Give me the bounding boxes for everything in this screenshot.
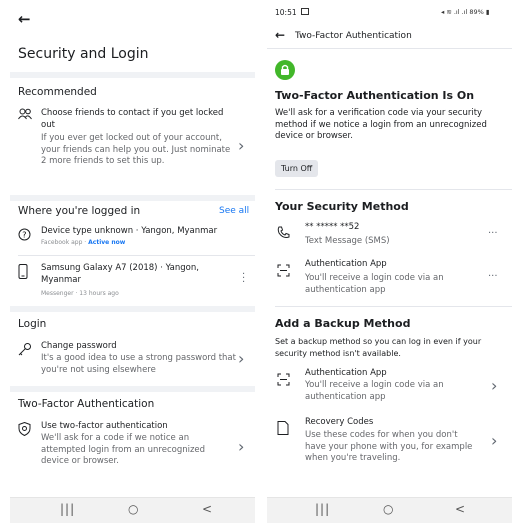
session-row[interactable]: Samsung Galaxy A7 (2018) · Yangon, Myanm… bbox=[10, 263, 255, 301]
document-icon bbox=[277, 420, 289, 439]
backup-method-desc: Set a backup method so you can log in ev… bbox=[275, 337, 482, 358]
phone-handset-icon bbox=[277, 224, 290, 243]
security-login-screen: ← Security and Login Recommended Choose … bbox=[10, 0, 255, 523]
back-arrow-icon[interactable]: ← bbox=[275, 28, 285, 42]
trusted-contacts-title: Choose friends to contact if you get loc… bbox=[41, 108, 224, 130]
shield-icon bbox=[18, 421, 31, 440]
home-button[interactable]: ○ bbox=[128, 502, 138, 516]
recovery-codes-desc: Use these codes for when you don't have … bbox=[305, 430, 473, 463]
status-time: 10:51 bbox=[275, 8, 297, 17]
android-nav-bar: ||| ○ < bbox=[267, 497, 512, 523]
chevron-right-icon: › bbox=[238, 136, 245, 155]
svg-text:?: ? bbox=[22, 231, 26, 240]
gallery-icon bbox=[301, 8, 309, 15]
status-title: Two-Factor Authentication Is On bbox=[275, 89, 475, 102]
back-button[interactable]: < bbox=[202, 502, 212, 516]
scan-frame-icon bbox=[277, 371, 290, 390]
section-login-header: Login bbox=[18, 318, 47, 330]
sms-phone-number: ** ***** **52 bbox=[305, 222, 360, 232]
backup-auth-app-row[interactable]: Authentication App You'll receive a logi… bbox=[267, 368, 512, 408]
scan-frame-icon bbox=[277, 262, 290, 281]
two-factor-desc: We'll ask for a code if we notice an att… bbox=[41, 433, 206, 466]
auth-app-desc: You'll receive a login code via an authe… bbox=[305, 273, 444, 295]
sms-method-type: Text Message (SMS) bbox=[305, 236, 390, 246]
active-status: Active now bbox=[88, 239, 126, 246]
auth-app-method-row[interactable]: Authentication App You'll receive a logi… bbox=[267, 259, 512, 297]
lock-icon bbox=[275, 60, 295, 80]
change-password-row[interactable]: Change password It's a good idea to use … bbox=[10, 341, 255, 381]
phone-icon bbox=[18, 264, 28, 283]
more-options-icon[interactable]: ··· bbox=[488, 228, 498, 239]
two-factor-screen: 10:51 ◂ ≋ .ıl .ıl 89% ▮ ← Two-Factor Aut… bbox=[267, 0, 512, 523]
signal-battery-icon: ◂ ≋ .ıl .ıl 89% ▮ bbox=[441, 8, 490, 16]
recovery-codes-row[interactable]: Recovery Codes Use these codes for when … bbox=[267, 417, 512, 472]
backup-auth-app-desc: You'll receive a login code via an authe… bbox=[305, 380, 444, 402]
backup-method-header: Add a Backup Method bbox=[275, 317, 411, 330]
session-row[interactable]: ? Device type unknown · Yangon, Myanmar … bbox=[10, 226, 255, 252]
chevron-right-icon: › bbox=[238, 437, 245, 456]
back-arrow-icon[interactable]: ← bbox=[18, 10, 31, 28]
status-desc: We'll ask for a verification code via yo… bbox=[275, 108, 487, 141]
chevron-right-icon: › bbox=[491, 431, 498, 450]
auth-app-title: Authentication App bbox=[305, 259, 387, 269]
see-all-link[interactable]: See all bbox=[219, 206, 249, 216]
screen-title: Two-Factor Authentication bbox=[295, 31, 412, 41]
backup-auth-app-title: Authentication App bbox=[305, 368, 387, 378]
session-device: Samsung Galaxy A7 (2018) · Yangon, Myanm… bbox=[41, 263, 199, 285]
session-app: Facebook app · Active now bbox=[41, 239, 126, 246]
section-logged-in-header: Where you're logged in bbox=[18, 205, 141, 217]
trusted-contacts-row[interactable]: Choose friends to contact if you get loc… bbox=[10, 108, 255, 188]
security-method-header: Your Security Method bbox=[275, 200, 409, 213]
recents-button[interactable]: ||| bbox=[315, 502, 330, 516]
section-recommended-header: Recommended bbox=[18, 86, 97, 98]
recovery-codes-title: Recovery Codes bbox=[305, 417, 374, 427]
friends-icon bbox=[18, 108, 32, 123]
two-factor-title: Use two-factor authentication bbox=[41, 421, 168, 431]
more-options-icon[interactable]: ··· bbox=[488, 271, 498, 282]
turn-off-button[interactable]: Turn Off bbox=[275, 160, 319, 177]
chevron-right-icon: › bbox=[238, 349, 245, 368]
recents-button[interactable]: ||| bbox=[60, 502, 75, 516]
unknown-device-icon: ? bbox=[18, 226, 31, 245]
home-button[interactable]: ○ bbox=[383, 502, 393, 516]
section-two-factor-header: Two-Factor Authentication bbox=[18, 398, 155, 410]
sms-method-row[interactable]: ** ***** **52 Text Message (SMS) ··· bbox=[267, 222, 512, 252]
session-device: Device type unknown · Yangon, Myanmar bbox=[41, 226, 218, 236]
page-title: Security and Login bbox=[18, 46, 149, 62]
change-password-desc: It's a good idea to use a strong passwor… bbox=[41, 353, 236, 375]
trusted-contacts-desc: If you ever get locked out of your accou… bbox=[41, 133, 231, 166]
change-password-title: Change password bbox=[41, 341, 117, 351]
chevron-right-icon: › bbox=[491, 376, 498, 395]
more-options-icon[interactable]: ··· bbox=[242, 270, 245, 288]
android-nav-bar: ||| ○ < bbox=[10, 497, 255, 523]
session-app: Messenger · 13 hours ago bbox=[41, 290, 119, 297]
key-icon bbox=[18, 341, 32, 360]
back-button[interactable]: < bbox=[455, 502, 465, 516]
two-factor-row[interactable]: Use two-factor authentication We'll ask … bbox=[10, 421, 255, 471]
